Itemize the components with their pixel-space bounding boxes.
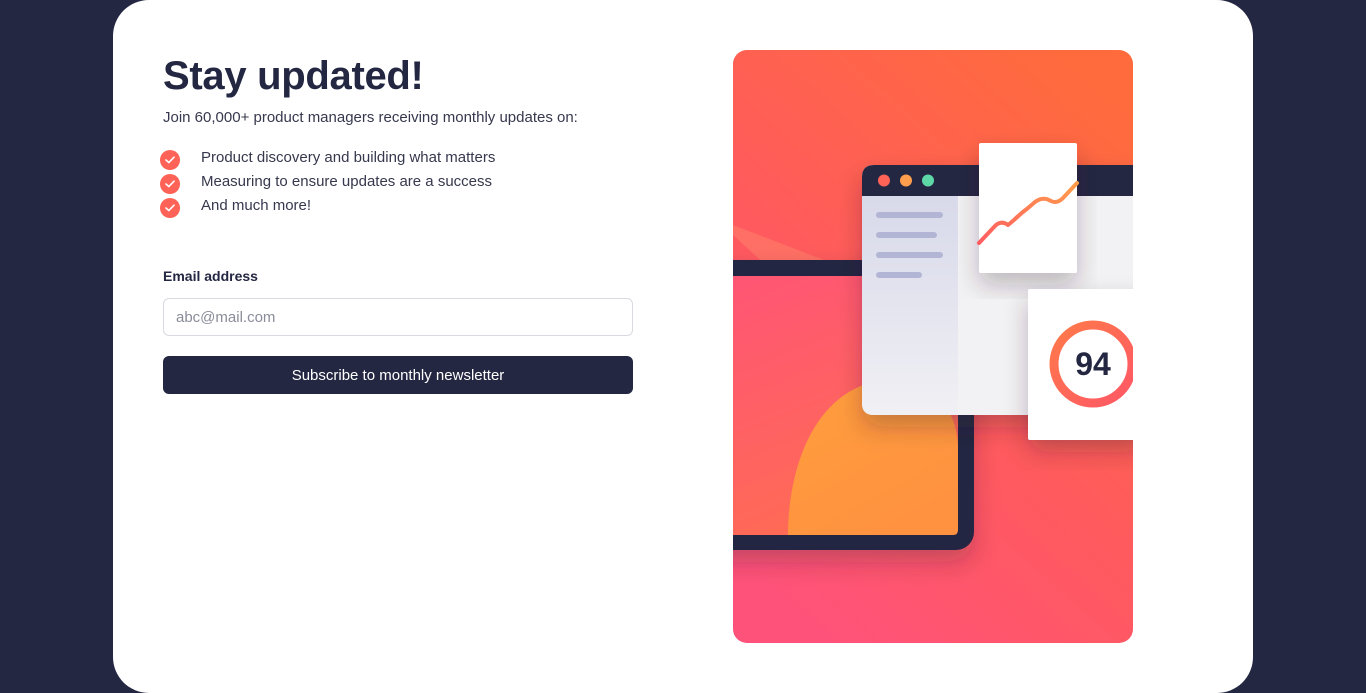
score-value: 94	[1075, 346, 1111, 382]
check-circle-icon	[160, 174, 180, 194]
list-item: Measuring to ensure updates are a succes…	[160, 172, 495, 196]
benefit-text: And much more!	[201, 197, 312, 214]
browser-sidebar	[862, 196, 958, 415]
hero-illustration: 94	[733, 50, 1133, 643]
page-title: Stay updated!	[163, 54, 424, 98]
benefit-text: Measuring to ensure updates are a succes…	[201, 173, 492, 190]
benefits-list: Product discovery and building what matt…	[160, 148, 495, 220]
subscribe-button[interactable]: Subscribe to monthly newsletter	[163, 356, 633, 394]
check-circle-icon	[160, 198, 180, 218]
list-item: And much more!	[160, 196, 495, 220]
benefit-text: Product discovery and building what matt…	[201, 149, 496, 166]
intro-text: Join 60,000+ product managers receiving …	[163, 109, 578, 126]
window-dots-icon	[878, 174, 934, 187]
email-label: Email address	[163, 268, 258, 284]
check-circle-icon	[160, 150, 180, 170]
email-field[interactable]	[163, 298, 633, 336]
signup-card: Stay updated! Join 60,000+ product manag…	[113, 0, 1253, 693]
list-item: Product discovery and building what matt…	[160, 148, 495, 172]
